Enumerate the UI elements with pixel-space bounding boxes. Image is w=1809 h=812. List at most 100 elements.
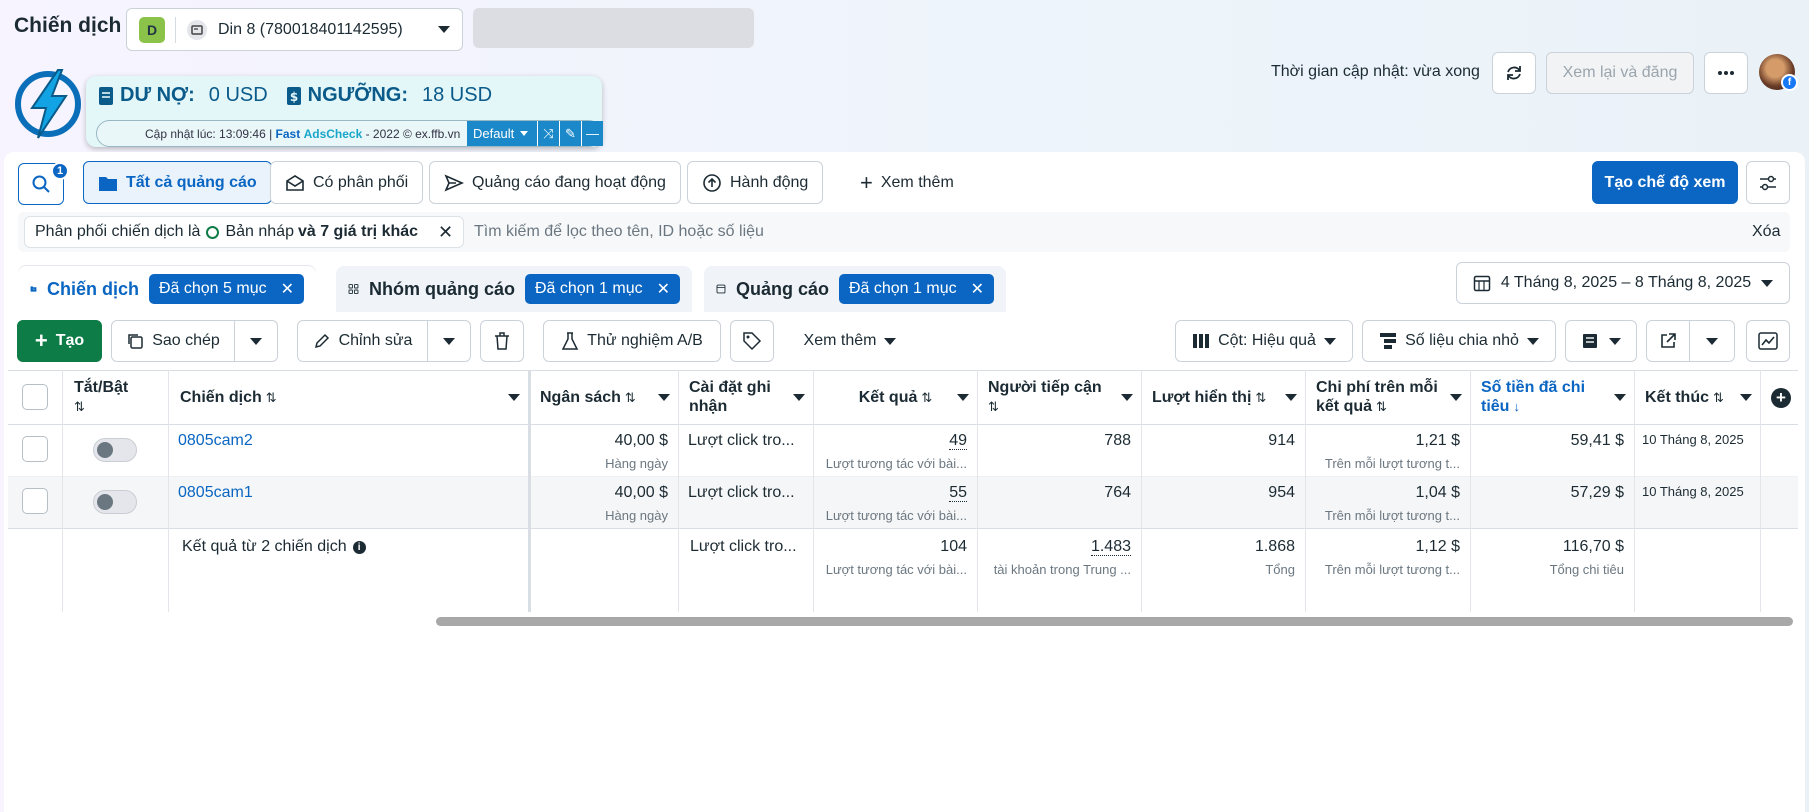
chevron-down-icon — [438, 26, 450, 33]
chevron-down-icon — [957, 394, 969, 401]
tab-delivering[interactable]: Có phân phối — [270, 161, 424, 204]
calendar-icon — [1473, 275, 1491, 292]
header-attribution[interactable]: Cài đặt ghi nhận — [679, 370, 813, 424]
filter-chip[interactable]: Phân phối chiến dịch là Bản nháp và 7 gi… — [24, 216, 465, 248]
edit-icon[interactable]: ✎ — [559, 121, 581, 146]
date-range-text: 4 Tháng 8, 2025 – 8 Tháng 8, 2025 — [1500, 274, 1752, 291]
date-range-picker[interactable]: 4 Tháng 8, 2025 – 8 Tháng 8, 2025 — [1456, 262, 1790, 304]
campaign-name-link[interactable]: 0805cam1 — [178, 484, 253, 502]
charts-button[interactable] — [1746, 320, 1790, 362]
summary-results-type: Lượt tương tác với bài... — [825, 562, 967, 577]
info-icon[interactable]: i — [352, 540, 366, 554]
chevron-down-icon — [1323, 337, 1336, 345]
preset-select[interactable]: Default — [467, 121, 537, 146]
header-toggle[interactable]: Tắt/Bật ⇅ — [64, 370, 168, 424]
close-icon[interactable]: ✕ — [657, 279, 670, 299]
reach-value: 788 — [1104, 432, 1131, 449]
more-actions-button[interactable]: Xem thêm — [790, 320, 910, 362]
level-tab-ads[interactable]: Quảng cáo Đã chọn 1 mục ✕ — [704, 266, 1006, 312]
header-reach[interactable]: Người tiếp cận ⇅ — [978, 370, 1141, 424]
tab-actions[interactable]: Hành động — [687, 161, 824, 204]
more-options-button[interactable] — [1704, 52, 1748, 94]
header-budget[interactable]: Ngân sách ⇅ — [530, 370, 678, 424]
upload-circle-icon — [703, 173, 721, 192]
sort-icon: ⇅ — [624, 389, 636, 405]
summary-cpr-type: Trên mỗi lượt tương t... — [1324, 562, 1460, 577]
tab-all-ads[interactable]: Tất cả quảng cáo — [83, 161, 272, 204]
tab-active-ads[interactable]: Quảng cáo đang hoạt động — [429, 161, 681, 204]
chevron-down-icon — [1614, 394, 1626, 401]
select-all-checkbox[interactable] — [22, 384, 48, 410]
tag-button[interactable] — [730, 320, 774, 362]
export-dropdown[interactable] — [1689, 320, 1735, 362]
clear-filters-link[interactable]: Xóa — [1752, 223, 1780, 241]
header-results[interactable]: Kết quả ⇅ — [814, 370, 977, 424]
selection-tag[interactable]: Đã chọn 1 mục ✕ — [838, 274, 994, 304]
sort-icon: ⇅ — [1376, 399, 1387, 414]
add-column-icon[interactable]: + — [1771, 388, 1791, 408]
view-settings-button[interactable] — [1746, 161, 1790, 204]
document-icon — [99, 86, 113, 105]
duplicate-button[interactable]: Sao chép — [111, 320, 235, 362]
level-tab-adsets[interactable]: Nhóm quảng cáo Đã chọn 1 mục ✕ — [336, 266, 692, 312]
edit-dropdown[interactable] — [427, 320, 471, 362]
threshold-label: NGƯỠNG: — [307, 84, 408, 106]
shuffle-icon[interactable]: ⤨ — [537, 121, 559, 146]
account-selector[interactable]: D Din 8 (780018401142595) — [126, 8, 463, 51]
campaign-toggle[interactable] — [93, 490, 137, 514]
chevron-down-icon — [1761, 279, 1774, 287]
horizontal-scrollbar[interactable] — [436, 617, 1793, 626]
level-label: Chiến dịch — [46, 278, 139, 299]
header-cost-per-result[interactable]: Chi phí trên mỗi kết quả ⇅ — [1306, 370, 1470, 424]
facebook-icon: f — [1781, 74, 1798, 91]
delete-button[interactable] — [480, 320, 524, 362]
review-publish-button[interactable]: Xem lại và đăng — [1546, 52, 1694, 94]
columns-button[interactable]: Cột: Hiệu quả — [1175, 320, 1353, 362]
header-amount-spent[interactable]: Số tiền đã chi tiêu ↓ — [1471, 370, 1634, 424]
export-button[interactable] — [1646, 320, 1690, 362]
external-link-icon — [1661, 333, 1676, 348]
minimize-icon[interactable]: — — [581, 121, 603, 146]
edit-button[interactable]: Chỉnh sửa — [297, 320, 428, 362]
duplicate-dropdown[interactable] — [234, 320, 278, 362]
cpr-value: 1,04 $ — [1415, 484, 1460, 501]
tab-label: Tất cả quảng cáo — [126, 173, 257, 191]
campaign-toggle[interactable] — [93, 438, 137, 462]
results-value: 55 — [949, 484, 967, 502]
sort-desc-icon: ↓ — [1513, 399, 1520, 414]
header-campaign[interactable]: Chiến dịch ⇅ — [170, 370, 528, 424]
close-icon[interactable]: ✕ — [281, 279, 294, 299]
chevron-down-icon — [250, 337, 262, 345]
create-button[interactable]: + Tạo — [17, 320, 102, 362]
tab-label: Có phân phối — [313, 173, 409, 191]
close-icon[interactable]: ✕ — [438, 222, 453, 243]
line-chart-icon — [1758, 332, 1778, 350]
cpr-type: Trên mỗi lượt tương t... — [1324, 456, 1460, 471]
refresh-button[interactable] — [1492, 52, 1536, 94]
ab-test-button[interactable]: Thử nghiệm A/B — [543, 320, 721, 362]
create-view-button[interactable]: Tạo chế độ xem — [1592, 161, 1738, 204]
selection-tag[interactable]: Đã chọn 5 mục ✕ — [148, 274, 304, 304]
row-checkbox[interactable] — [22, 436, 48, 462]
header-impressions[interactable]: Lượt hiển thị ⇅ — [1142, 370, 1305, 424]
ab-test-label: Thử nghiệm A/B — [587, 332, 703, 349]
level-label: Nhóm quảng cáo — [368, 278, 515, 299]
campaign-name-link[interactable]: 0805cam2 — [178, 432, 253, 450]
selection-tag[interactable]: Đã chọn 1 mục ✕ — [524, 274, 680, 304]
tab-see-more[interactable]: + Xem thêm — [846, 161, 968, 204]
breakdown-button[interactable]: Số liệu chia nhỏ — [1362, 320, 1556, 362]
copyright: - 2022 © ex.ffb.vn — [362, 126, 461, 141]
row-checkbox[interactable] — [22, 488, 48, 514]
divider — [62, 370, 63, 612]
filter-search-input[interactable]: Tìm kiếm để lọc theo tên, ID hoặc số liệ… — [474, 223, 764, 241]
header-ends[interactable]: Kết thúc ⇅ — [1635, 370, 1760, 424]
preset-value: Default — [473, 126, 515, 141]
tab-label: Hành động — [730, 173, 809, 191]
reports-button[interactable] — [1565, 320, 1637, 362]
tag-icon — [743, 332, 762, 351]
sort-icon: ⇅ — [988, 399, 999, 414]
close-icon[interactable]: ✕ — [971, 279, 984, 299]
end-date: 10 Tháng 8, 2025 — [1642, 484, 1744, 499]
summary-impressions-type: Tổng — [1265, 562, 1295, 577]
level-tab-campaigns[interactable]: Chiến dịch Đã chọn 5 mục ✕ — [18, 266, 316, 312]
